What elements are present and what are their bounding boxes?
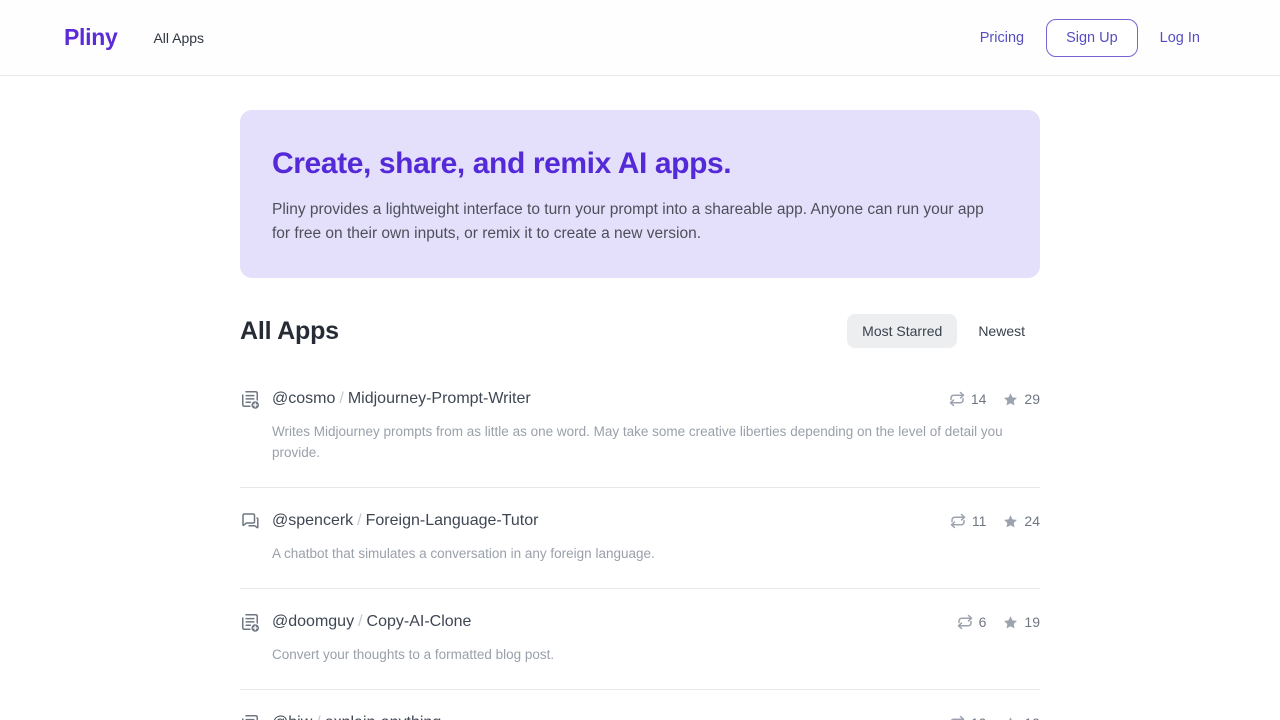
separator: /: [312, 714, 324, 720]
post-add-icon: [240, 389, 260, 409]
separator: /: [353, 512, 365, 529]
nav-all-apps-link[interactable]: All Apps: [153, 30, 204, 46]
app-name: Midjourney-Prompt-Writer: [348, 390, 531, 407]
separator: /: [354, 613, 366, 630]
log-in-link[interactable]: Log In: [1160, 30, 1200, 46]
star-icon: [1003, 716, 1018, 720]
star-count: 29: [1003, 391, 1040, 407]
star-icon: [1003, 514, 1018, 529]
app-stats: 6 19: [957, 614, 1040, 630]
app-row: @spencerk/Foreign-Language-Tutor 11 24 A…: [240, 488, 1040, 589]
star-count: 19: [1003, 614, 1040, 630]
post-add-icon: [240, 713, 260, 720]
remix-icon: [957, 614, 973, 630]
app-author: @biw: [272, 714, 312, 720]
app-name: explain-anything: [325, 714, 442, 720]
main-content: Create, share, and remix AI apps. Pliny …: [240, 110, 1040, 720]
app-link[interactable]: @biw/explain-anything: [272, 714, 441, 720]
app-link[interactable]: @spencerk/Foreign-Language-Tutor: [272, 512, 538, 530]
sign-up-button[interactable]: Sign Up: [1046, 19, 1138, 57]
star-count: 19: [1003, 715, 1040, 720]
separator: /: [335, 390, 347, 407]
app-stats: 10 19: [949, 715, 1040, 720]
filter-newest[interactable]: Newest: [963, 314, 1040, 348]
app-author: @cosmo: [272, 390, 335, 407]
app-row: @cosmo/Midjourney-Prompt-Writer 14 29 Wr…: [240, 366, 1040, 488]
remix-icon: [949, 715, 965, 720]
remix-count: 11: [950, 513, 987, 529]
star-count: 24: [1003, 513, 1040, 529]
app-row: @biw/explain-anything 10 19: [240, 690, 1040, 720]
app-description: Convert your thoughts to a formatted blo…: [240, 644, 1030, 665]
star-icon: [1003, 615, 1018, 630]
app-name: Copy-AI-Clone: [367, 613, 472, 630]
remix-count: 10: [949, 715, 987, 720]
nav-right: Pricing Sign Up Log In: [980, 19, 1200, 57]
hero-banner: Create, share, and remix AI apps. Pliny …: [240, 110, 1040, 278]
pricing-link[interactable]: Pricing: [980, 30, 1024, 46]
remix-count: 6: [957, 614, 987, 630]
app-link[interactable]: @cosmo/Midjourney-Prompt-Writer: [272, 390, 531, 408]
app-stats: 11 24: [950, 513, 1040, 529]
app-name: Foreign-Language-Tutor: [366, 512, 539, 529]
remix-count: 14: [949, 391, 987, 407]
remix-icon: [949, 391, 965, 407]
page-title: All Apps: [240, 317, 339, 346]
chat-icon: [240, 511, 260, 531]
remix-icon: [950, 513, 966, 529]
app-description: A chatbot that simulates a conversation …: [240, 543, 1030, 564]
app-list: @cosmo/Midjourney-Prompt-Writer 14 29 Wr…: [240, 366, 1040, 720]
app-link[interactable]: @doomguy/Copy-AI-Clone: [272, 613, 471, 631]
sort-filters: Most Starred Newest: [847, 314, 1040, 348]
navbar: Pliny All Apps Pricing Sign Up Log In: [0, 0, 1280, 76]
app-stats: 14 29: [949, 391, 1040, 407]
star-icon: [1003, 392, 1018, 407]
post-add-icon: [240, 612, 260, 632]
hero-title: Create, share, and remix AI apps.: [272, 146, 1008, 182]
app-description: Writes Midjourney prompts from as little…: [240, 421, 1030, 463]
app-author: @doomguy: [272, 613, 354, 630]
hero-description: Pliny provides a lightweight interface t…: [272, 198, 1002, 246]
brand-logo[interactable]: Pliny: [64, 24, 117, 51]
section-header: All Apps Most Starred Newest: [240, 314, 1040, 348]
app-author: @spencerk: [272, 512, 353, 529]
filter-most-starred[interactable]: Most Starred: [847, 314, 957, 348]
app-row: @doomguy/Copy-AI-Clone 6 19 Convert your…: [240, 589, 1040, 690]
